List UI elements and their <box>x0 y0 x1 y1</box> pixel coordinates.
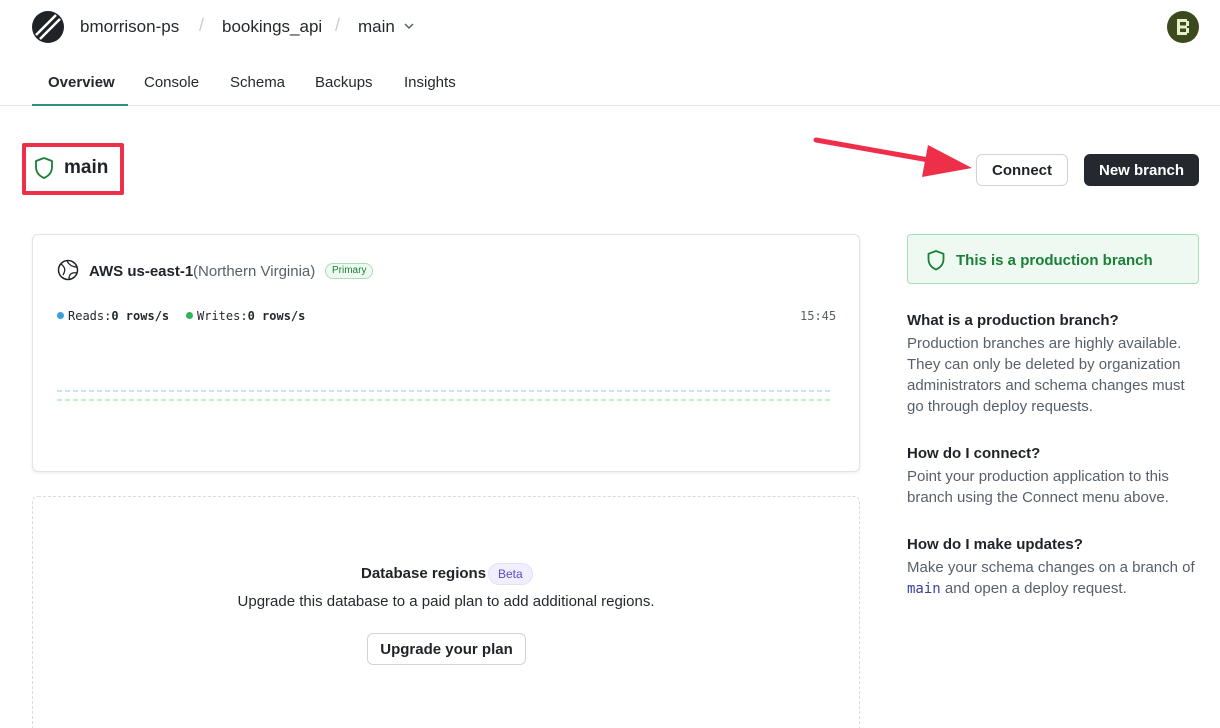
writes-label: Writes: <box>197 309 248 323</box>
reads-metric: Reads:0 rows/s <box>57 309 169 323</box>
breadcrumb-branch[interactable]: main <box>358 17 395 37</box>
chevron-down-icon[interactable] <box>403 20 415 32</box>
faq-question: What is a production branch? <box>907 312 1119 329</box>
upgrade-plan-button[interactable]: Upgrade your plan <box>367 633 526 665</box>
reads-label: Reads: <box>68 309 112 323</box>
connect-button[interactable]: Connect <box>976 154 1068 186</box>
faq-answer-line: go through deploy requests. <box>907 398 1093 415</box>
avatar-icon <box>1177 19 1189 35</box>
faq-answer: Make your schema changes on a branch of … <box>907 557 1207 600</box>
region-location: (Northern Virginia) <box>193 263 316 280</box>
production-branch-banner: This is a production branch <box>907 234 1199 284</box>
avatar[interactable] <box>1167 11 1199 43</box>
breadcrumb-org[interactable]: bmorrison-ps <box>80 17 179 37</box>
tab-console[interactable]: Console <box>144 74 199 91</box>
writes-legend-dot <box>186 312 193 319</box>
tab-insights[interactable]: Insights <box>404 74 456 91</box>
writes-value: 0 rows/s <box>247 309 306 323</box>
database-regions-card: Database regions Beta Upgrade this datab… <box>32 496 860 728</box>
throughput-chart <box>57 390 833 401</box>
production-banner-text: This is a production branch <box>956 252 1153 269</box>
regions-description: Upgrade this database to a paid plan to … <box>237 593 655 610</box>
shield-icon <box>35 157 53 179</box>
breadcrumb-separator: / <box>199 15 205 35</box>
top-bar: bmorrison-ps / bookings_api / main <box>0 0 1220 56</box>
page-title: main <box>64 157 109 178</box>
reads-legend-dot <box>57 312 64 319</box>
faq-answer-line: They can only be deleted by organization <box>907 356 1181 373</box>
tab-bar: Overview Console Schema Backups Insights <box>0 56 1220 106</box>
chart-time: 15:45 <box>800 309 837 323</box>
tab-backups[interactable]: Backups <box>315 74 373 91</box>
faq-answer-line: branch using the Connect menu above. <box>907 489 1169 506</box>
breadcrumb-database[interactable]: bookings_api <box>222 17 322 37</box>
faq-answer: Production branches are highly available… <box>907 333 1207 417</box>
faq-answer-line: main and open a deploy request. <box>907 578 1207 600</box>
reads-value: 0 rows/s <box>111 309 170 323</box>
annotation-arrow-icon <box>813 137 972 177</box>
active-tab-indicator <box>32 104 128 106</box>
faq-answer-line: administrators and schema changes must <box>907 377 1185 394</box>
faq-answer-tail: and open a deploy request. <box>940 580 1127 597</box>
faq-question: How do I make updates? <box>907 536 1083 553</box>
new-branch-button[interactable]: New branch <box>1084 154 1199 186</box>
beta-badge: Beta <box>488 563 533 585</box>
faq-answer-line: Production branches are highly available… <box>907 335 1182 352</box>
writes-metric: Writes:0 rows/s <box>186 309 305 323</box>
planetscale-logo-icon[interactable] <box>32 11 64 43</box>
shield-icon <box>927 250 945 271</box>
region-name: AWS us-east-1 <box>89 263 194 280</box>
faq-answer: Point your production application to thi… <box>907 466 1207 508</box>
tab-overview[interactable]: Overview <box>48 74 115 91</box>
tab-schema[interactable]: Schema <box>230 74 285 91</box>
regions-title: Database regions <box>361 565 487 582</box>
breadcrumb-separator: / <box>335 15 341 35</box>
faq-question: How do I connect? <box>907 445 1041 462</box>
globe-icon <box>57 259 79 281</box>
faq-answer-line: Make your schema changes on a branch of <box>907 559 1195 576</box>
faq-answer-line: Point your production application to thi… <box>907 468 1169 485</box>
branch-code: main <box>907 581 941 597</box>
region-card: AWS us-east-1 (Northern Virginia) Primar… <box>32 234 860 472</box>
primary-badge: Primary <box>325 263 374 279</box>
